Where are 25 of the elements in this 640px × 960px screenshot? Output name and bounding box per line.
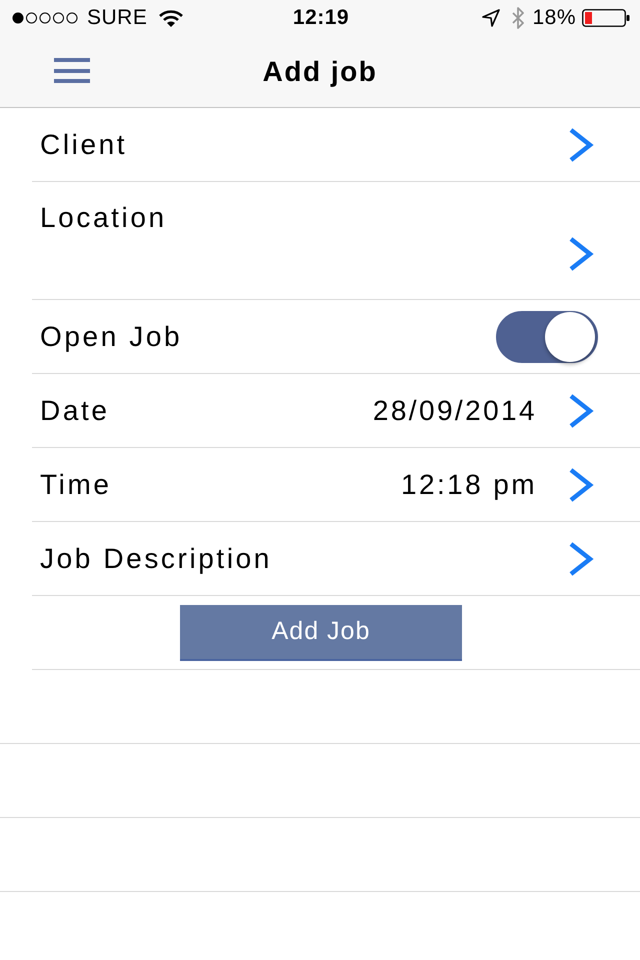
- row-value: 12:18 pm: [401, 468, 537, 500]
- row-label: Job Description: [40, 542, 273, 574]
- wifi-icon: [159, 10, 184, 26]
- menu-icon[interactable]: [54, 58, 90, 83]
- status-time: 12:19: [292, 6, 350, 30]
- row-value: 28/09/2014: [372, 394, 537, 426]
- row-label: Date: [40, 394, 111, 426]
- chevron-right-icon[interactable]: [568, 540, 594, 576]
- add-job-button[interactable]: Add Job: [180, 604, 462, 660]
- row-label: Location: [40, 202, 168, 234]
- row-label: Time: [40, 468, 113, 500]
- chevron-right-icon[interactable]: [568, 466, 594, 502]
- carrier-name: SURE: [87, 6, 148, 30]
- location-arrow-icon: [482, 9, 500, 27]
- battery-icon: [582, 9, 630, 27]
- toggle-switch[interactable]: [496, 310, 598, 362]
- chevron-right-icon[interactable]: [568, 126, 594, 162]
- row-label: Open Job: [40, 320, 184, 352]
- chevron-right-icon[interactable]: [568, 236, 594, 272]
- row-label: Client: [40, 128, 128, 160]
- screen-title: Add job: [262, 56, 378, 88]
- signal-icon: [12, 12, 79, 24]
- battery-percentage: 18%: [532, 6, 576, 30]
- chevron-right-icon[interactable]: [568, 392, 594, 428]
- bluetooth-icon: [512, 7, 524, 29]
